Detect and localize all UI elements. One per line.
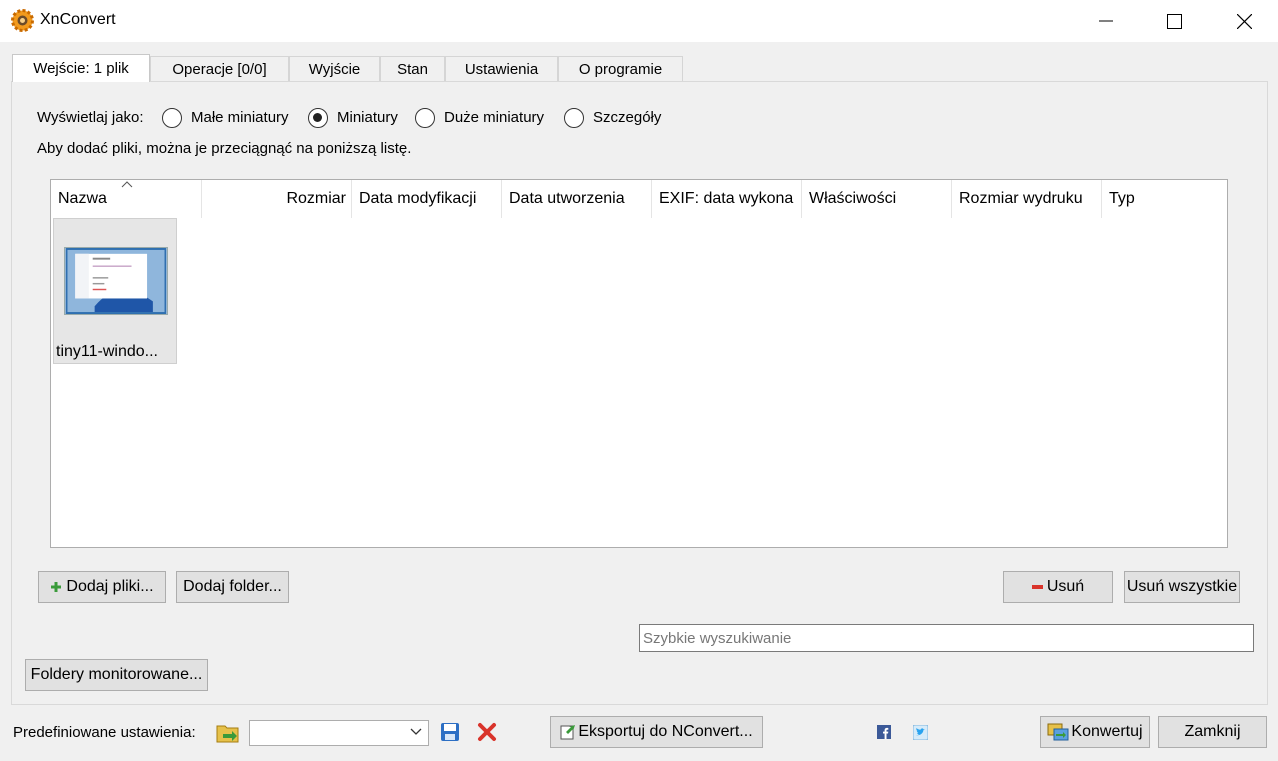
minus-icon — [1031, 585, 1043, 589]
facebook-icon — [877, 725, 891, 739]
file-thumbnail-image — [64, 247, 168, 315]
presets-label: Predefiniowane ustawienia: — [13, 724, 196, 741]
delete-x-icon — [478, 723, 496, 741]
column-header-size[interactable]: Rozmiar — [202, 180, 352, 218]
chevron-down-icon — [410, 728, 422, 735]
radio-label-large-thumbnails: Duże miniatury — [444, 109, 545, 126]
add-files-button[interactable]: Dodaj pliki... — [38, 571, 166, 603]
radio-label-thumbnails: Miniatury — [337, 109, 398, 126]
column-label: Nazwa — [58, 190, 107, 207]
column-label: Typ — [1109, 190, 1135, 207]
plus-icon — [51, 582, 62, 592]
maximize-button[interactable] — [1140, 0, 1208, 42]
column-header-type[interactable]: Typ — [1102, 180, 1227, 218]
convert-icon — [1047, 723, 1069, 741]
quick-search-input[interactable]: Szybkie wyszukiwanie — [639, 624, 1254, 652]
radio-large-thumbnails[interactable] — [415, 108, 435, 128]
tab-label: Ustawienia — [464, 60, 539, 78]
button-label: Usuń wszystkie — [1126, 578, 1238, 595]
button-label: Usuń — [1046, 578, 1085, 595]
save-preset-button[interactable] — [439, 721, 461, 743]
button-label: Konwertuj — [1071, 723, 1143, 740]
radio-label-details: Szczegóły — [593, 109, 662, 126]
column-header-properties[interactable]: Właściwości — [802, 180, 952, 218]
close-icon — [1236, 13, 1252, 29]
tab-output[interactable]: Wyjście — [289, 56, 380, 81]
export-script-icon — [560, 725, 576, 740]
column-header-modified[interactable]: Data modyfikacji — [352, 180, 502, 218]
file-name: tiny11-windo... — [56, 343, 158, 360]
tab-about[interactable]: O programie — [558, 56, 683, 81]
maximize-icon — [1166, 13, 1182, 29]
add-folder-button[interactable]: Dodaj folder... — [176, 571, 289, 603]
button-label: Dodaj folder... — [183, 578, 282, 595]
button-label: Foldery monitorowane... — [30, 666, 203, 683]
tab-operations[interactable]: Operacje [0/0] — [150, 56, 289, 81]
column-label: Data modyfikacji — [359, 190, 477, 207]
radio-small-thumbnails[interactable] — [162, 108, 182, 128]
window-title: XnConvert — [40, 11, 116, 28]
button-label: Zamknij — [1184, 723, 1241, 740]
tab-label: Stan — [397, 60, 428, 78]
search-placeholder: Szybkie wyszukiwanie — [643, 629, 792, 647]
tab-label: Wyjście — [308, 60, 361, 78]
tab-label: O programie — [578, 60, 663, 78]
radio-label-small-thumbnails: Małe miniatury — [191, 109, 289, 126]
close-button[interactable]: Zamknij — [1158, 716, 1267, 748]
column-header-created[interactable]: Data utworzenia — [502, 180, 652, 218]
column-header-exif-date[interactable]: EXIF: data wykona — [652, 180, 802, 218]
column-label: Data utworzenia — [509, 190, 625, 207]
view-as-label: Wyświetlaj jako: — [37, 109, 144, 126]
sort-ascending-icon — [121, 181, 133, 188]
button-label: Eksportuj do NConvert... — [578, 723, 753, 740]
xnconvert-logo-icon — [11, 9, 34, 32]
twitter-link[interactable] — [912, 724, 928, 740]
tab-settings[interactable]: Ustawienia — [445, 56, 558, 81]
remove-button[interactable]: Usuń — [1003, 571, 1113, 603]
file-list[interactable]: Nazwa Rozmiar Data modyfikacji Data utwo… — [50, 179, 1228, 548]
export-nconvert-button[interactable]: Eksportuj do NConvert... — [550, 716, 763, 748]
tab-label: Wejście: 1 plik — [33, 60, 129, 77]
column-label: Właściwości — [809, 190, 897, 207]
tab-label: Operacje [0/0] — [172, 60, 267, 78]
facebook-link[interactable] — [876, 724, 892, 740]
column-header-name[interactable]: Nazwa — [51, 180, 202, 218]
presets-dropdown[interactable] — [249, 720, 429, 746]
tab-input[interactable]: Wejście: 1 plik — [12, 54, 150, 82]
remove-all-button[interactable]: Usuń wszystkie — [1124, 571, 1240, 603]
drag-hint-text: Aby dodać pliki, można je przeciągnąć na… — [37, 140, 412, 157]
button-label: Dodaj pliki... — [66, 578, 154, 595]
close-window-button[interactable] — [1210, 0, 1278, 42]
twitter-icon — [912, 724, 928, 740]
convert-button[interactable]: Konwertuj — [1040, 716, 1150, 748]
tab-status[interactable]: Stan — [380, 56, 445, 81]
monitored-folders-button[interactable]: Foldery monitorowane... — [25, 659, 208, 691]
delete-preset-button[interactable] — [476, 721, 498, 743]
column-label: Rozmiar — [286, 190, 346, 207]
title-bar: XnConvert — [0, 0, 1278, 42]
save-disk-icon — [441, 723, 459, 741]
radio-thumbnails[interactable] — [308, 108, 328, 128]
radio-details[interactable] — [564, 108, 584, 128]
open-folder-icon — [216, 725, 239, 743]
column-header-print-size[interactable]: Rozmiar wydruku — [952, 180, 1102, 218]
minimize-button[interactable] — [1072, 0, 1140, 42]
column-label: EXIF: data wykona — [659, 190, 794, 207]
file-thumbnail-item[interactable]: tiny11-windo... — [53, 218, 177, 364]
open-preset-button[interactable] — [215, 721, 241, 745]
minimize-icon — [1099, 20, 1113, 22]
column-label: Rozmiar wydruku — [959, 190, 1083, 207]
